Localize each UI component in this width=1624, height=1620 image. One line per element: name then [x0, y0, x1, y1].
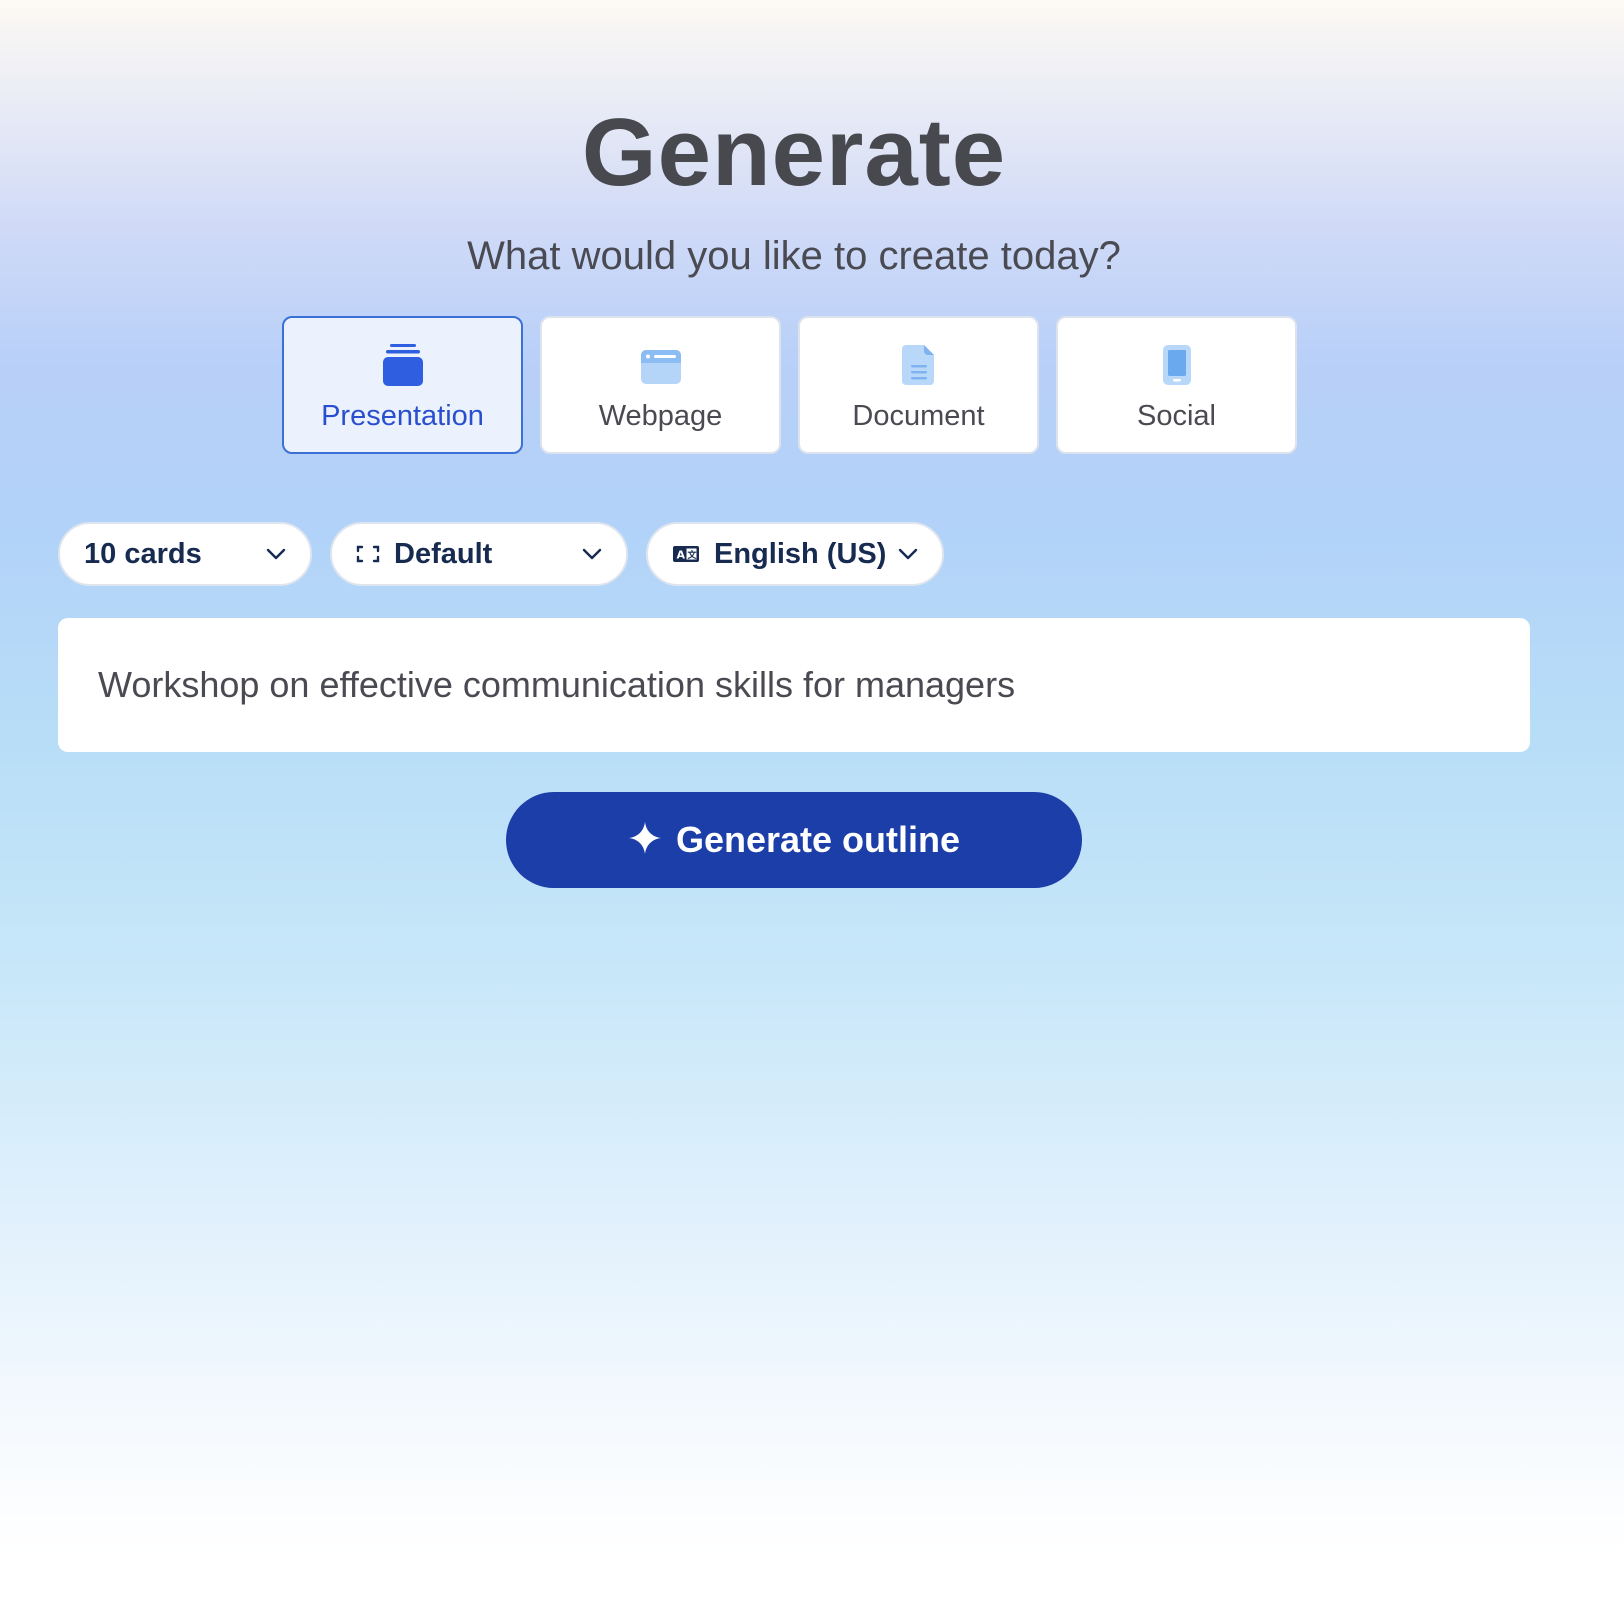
cards-count-label: 10 cards	[84, 537, 202, 570]
svg-text:A: A	[677, 549, 686, 562]
generate-outline-label: Generate outline	[675, 819, 961, 860]
type-card-label: Presentation	[321, 400, 484, 432]
prompt-input[interactable]: Workshop on effective communication skil…	[58, 618, 1530, 752]
chevron-down-icon	[582, 548, 602, 560]
generate-outline-button[interactable]: Generate outline	[506, 792, 1082, 888]
document-icon	[901, 344, 936, 386]
type-card-label: Webpage	[598, 400, 723, 432]
browser-window-icon	[640, 344, 682, 386]
page-title: Generate	[581, 99, 1007, 206]
language-dropdown[interactable]: A 文 English (US)	[646, 522, 944, 586]
phone-icon	[1162, 344, 1192, 386]
chevron-down-icon	[898, 548, 918, 560]
svg-text:文: 文	[687, 549, 698, 561]
aspect-ratio-icon	[356, 545, 380, 563]
generation-options: 10 cards Default A 文 English (US)	[58, 522, 944, 586]
page-subtitle: What would you like to create today?	[467, 234, 1121, 278]
translate-icon: A 文	[672, 545, 700, 563]
content-type-selector: Presentation Webpage Document Social	[282, 316, 1297, 454]
presentation-stack-icon	[381, 344, 425, 386]
format-label: Default	[394, 537, 493, 570]
format-dropdown[interactable]: Default	[330, 522, 628, 586]
cards-count-dropdown[interactable]: 10 cards	[58, 522, 312, 586]
type-card-presentation[interactable]: Presentation	[282, 316, 523, 454]
type-card-document[interactable]: Document	[798, 316, 1039, 454]
chevron-down-icon	[266, 548, 286, 560]
language-label: English (US)	[714, 537, 887, 570]
type-card-label: Document	[852, 400, 985, 432]
type-card-webpage[interactable]: Webpage	[540, 316, 781, 454]
type-card-social[interactable]: Social	[1056, 316, 1297, 454]
type-card-label: Social	[1137, 400, 1216, 432]
sparkle-icon	[628, 821, 662, 860]
